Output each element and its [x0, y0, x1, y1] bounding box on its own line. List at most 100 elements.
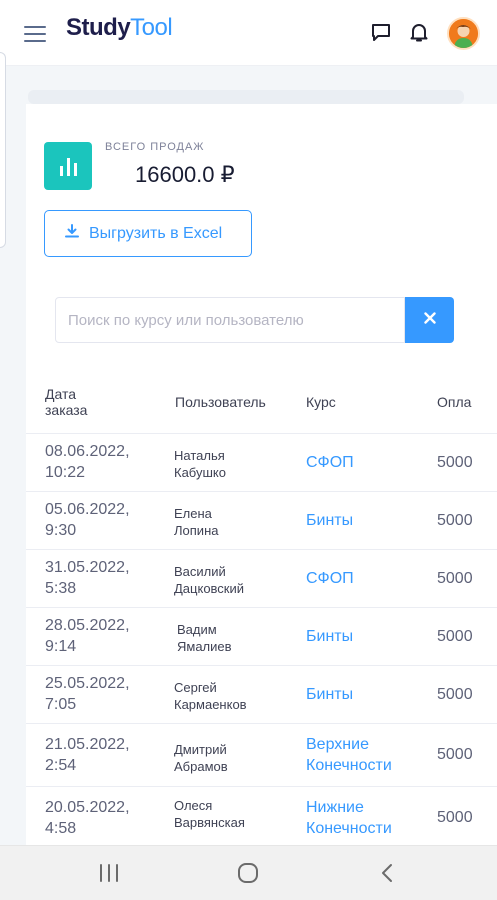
course-name-line1: Нижние: [306, 799, 364, 816]
course-name-line1: Верхние: [306, 736, 369, 753]
order-date: 31.05.2022, 5:38: [45, 557, 130, 599]
order-date: 20.05.2022, 4:58: [45, 797, 130, 839]
clear-search-button[interactable]: [405, 297, 454, 343]
download-icon: [65, 224, 79, 243]
order-date-day: 08.06.2022,: [45, 443, 130, 460]
system-navigation-bar: [0, 845, 497, 900]
user-last-name: Ямалиев: [177, 639, 232, 654]
user-name: Сергей Кармаенков: [174, 679, 247, 713]
course-link[interactable]: Верхние Конечности: [306, 734, 392, 776]
col-header-course[interactable]: Курс: [306, 394, 336, 410]
order-date-time: 7:05: [45, 696, 77, 713]
order-date-time: 5:38: [45, 580, 77, 597]
logo-part-study: Study: [66, 14, 131, 41]
sales-card: ВСЕГО ПРОДАЖ 16600.0 ₽ Выгрузить в Excel…: [26, 104, 497, 849]
chat-icon[interactable]: [369, 20, 393, 44]
order-date-time: 9:30: [45, 522, 77, 539]
table-header: Дата заказа Пользователь Курс Опла: [26, 366, 497, 434]
payment-amount: 5000: [437, 746, 473, 763]
bell-icon[interactable]: [407, 20, 431, 44]
menu-icon[interactable]: [24, 26, 46, 42]
order-date-time: 4:58: [45, 820, 77, 837]
course-name-line1: СФОП: [306, 454, 354, 471]
order-date: 21.05.2022, 2:54: [45, 734, 130, 776]
user-name: Василий Дацковский: [174, 563, 244, 597]
user-name: Дмитрий Абрамов: [174, 741, 228, 775]
chart-icon: [44, 142, 92, 190]
course-link[interactable]: СФОП: [306, 452, 354, 473]
order-date-day: 20.05.2022,: [45, 799, 130, 816]
table-row[interactable]: 25.05.2022, 7:05 Сергей Кармаенков Бинты…: [26, 666, 497, 724]
course-link[interactable]: Бинты: [306, 626, 353, 647]
col-header-date-line2: заказа: [45, 402, 88, 418]
order-date-time: 2:54: [45, 757, 77, 774]
payment-amount: 5000: [437, 686, 473, 703]
recent-apps-icon[interactable]: [95, 859, 123, 887]
col-header-date-line1: Дата: [45, 386, 77, 402]
order-date-time: 10:22: [45, 464, 86, 481]
total-sales-label: ВСЕГО ПРОДАЖ: [105, 141, 205, 153]
user-name: Наталья Кабушко: [174, 447, 226, 481]
app-logo[interactable]: StudyTool: [66, 14, 173, 42]
table-row[interactable]: 20.05.2022, 4:58 Олеся Варвянская Нижние…: [26, 787, 497, 849]
payment-amount: 5000: [437, 454, 473, 471]
user-first-name: Наталья: [174, 448, 225, 463]
export-excel-label: Выгрузить в Excel: [89, 224, 223, 242]
order-date-day: 21.05.2022,: [45, 736, 130, 753]
user-name: Вадим Ямалиев: [177, 621, 232, 655]
col-header-user[interactable]: Пользователь: [175, 394, 266, 410]
back-icon[interactable]: [373, 859, 401, 887]
user-name: Олеся Варвянская: [174, 797, 245, 831]
order-date-day: 05.06.2022,: [45, 501, 130, 518]
user-first-name: Дмитрий: [174, 742, 227, 757]
col-header-date[interactable]: Дата заказа: [45, 386, 87, 418]
user-first-name: Вадим: [177, 622, 217, 637]
order-date-day: 31.05.2022,: [45, 559, 130, 576]
course-name-line1: Бинты: [306, 686, 354, 703]
side-drawer-handle[interactable]: [0, 52, 6, 248]
payment-amount: 5000: [437, 512, 473, 529]
user-first-name: Сергей: [174, 680, 217, 695]
top-app-bar: StudyTool: [0, 0, 497, 66]
logo-part-tool: Tool: [130, 14, 173, 41]
user-last-name: Кармаенков: [174, 697, 247, 712]
user-last-name: Кабушко: [174, 465, 226, 480]
course-name-line2: Конечности: [306, 820, 392, 837]
course-link[interactable]: Бинты: [306, 684, 353, 705]
order-date: 28.05.2022, 9:14: [45, 615, 130, 657]
course-name-line2: Конечности: [306, 757, 392, 774]
card-edge: [28, 90, 464, 104]
order-date: 05.06.2022, 9:30: [45, 499, 130, 541]
user-first-name: Елена: [174, 506, 212, 521]
search-input[interactable]: [55, 297, 405, 343]
payment-amount: 5000: [437, 570, 473, 587]
avatar[interactable]: [447, 17, 480, 50]
course-name-line1: Бинты: [306, 628, 354, 645]
table-row[interactable]: 21.05.2022, 2:54 Дмитрий Абрамов Верхние…: [26, 724, 497, 787]
user-first-name: Василий: [174, 564, 226, 579]
export-excel-button[interactable]: Выгрузить в Excel: [44, 210, 252, 257]
course-name-line1: СФОП: [306, 570, 354, 587]
course-link[interactable]: Нижние Конечности: [306, 797, 392, 839]
user-first-name: Олеся: [174, 798, 213, 813]
user-last-name: Дацковский: [174, 581, 245, 596]
order-date-day: 28.05.2022,: [45, 617, 130, 634]
course-link[interactable]: Бинты: [306, 510, 353, 531]
course-name-line1: Бинты: [306, 512, 354, 529]
user-last-name: Лопина: [174, 523, 219, 538]
order-date-day: 25.05.2022,: [45, 675, 130, 692]
table-row[interactable]: 05.06.2022, 9:30 Елена Лопина Бинты 5000: [26, 492, 497, 550]
order-date: 08.06.2022, 10:22: [45, 441, 130, 483]
order-date: 25.05.2022, 7:05: [45, 673, 130, 715]
user-last-name: Варвянская: [174, 815, 245, 830]
course-link[interactable]: СФОП: [306, 568, 354, 589]
home-icon[interactable]: [234, 859, 262, 887]
col-header-payment[interactable]: Опла: [437, 394, 471, 410]
user-name: Елена Лопина: [174, 505, 218, 539]
table-row[interactable]: 28.05.2022, 9:14 Вадим Ямалиев Бинты 500…: [26, 608, 497, 666]
table-row[interactable]: 08.06.2022, 10:22 Наталья Кабушко СФОП 5…: [26, 434, 497, 492]
payment-amount: 5000: [437, 809, 473, 826]
user-last-name: Абрамов: [174, 759, 228, 774]
total-sales-value: 16600.0 ₽: [135, 162, 235, 187]
table-row[interactable]: 31.05.2022, 5:38 Василий Дацковский СФОП…: [26, 550, 497, 608]
